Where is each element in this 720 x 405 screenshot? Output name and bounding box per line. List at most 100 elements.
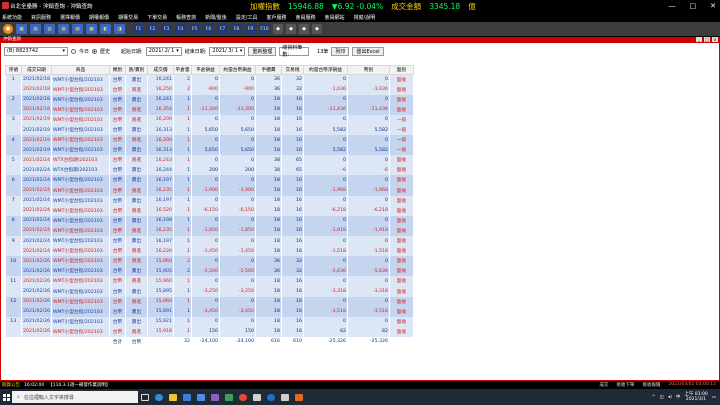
table-row[interactable]: 2021/02/24 WTX台指期/202103 台幣 賣出 16,244 1 200 200… <box>5 165 414 176</box>
quote-icon[interactable]: ▦ <box>16 24 27 34</box>
fkey-button[interactable]: F1 <box>133 24 144 34</box>
help-icon[interactable]: ◆ <box>312 24 322 34</box>
app-icon-2[interactable] <box>222 389 236 405</box>
fkey-button[interactable]: F10 <box>259 24 270 34</box>
app-icon-4[interactable] <box>264 389 278 405</box>
start-date-picker[interactable]: 2021/ 2/ 1 ▾ <box>145 46 182 56</box>
status-notice-text[interactable]: 【110.3.1週一補發作業說明】 <box>48 382 110 388</box>
fkey-button[interactable]: F9 <box>245 24 256 34</box>
table-row[interactable]: 2021/02/18 WMT小型台指/202103 台幣 買進 16,354 1 -11,3… <box>5 104 414 115</box>
column-header[interactable]: 序號 <box>5 65 22 75</box>
menu-item[interactable]: 設定/工具 <box>236 14 258 21</box>
panel-close-icon[interactable]: x <box>712 37 718 42</box>
table-row[interactable]: 2021/02/26 WMT小型台指/202103 台幣 賣出 15,895 1 -3,25… <box>5 286 414 297</box>
fkey-button[interactable]: F5 <box>189 24 200 34</box>
column-header[interactable]: 商品 <box>51 65 110 75</box>
table-row[interactable]: 13 2021/02/26 WMT小型台指/202103 台幣 賣出 15,921 1 0 0 1… <box>5 316 414 327</box>
fkey-button[interactable]: F3 <box>161 24 172 34</box>
print-button[interactable]: 列印 <box>331 46 350 56</box>
table-row[interactable]: 9 2021/02/24 WMT小型台指/202103 台幣 賣出 16,197 1 0 0 18… <box>5 236 414 247</box>
table-row[interactable]: 5 2021/02/24 WTX台指期/202103 台幣 買進 16,243 1 0 0 38 6… <box>5 155 414 166</box>
column-header[interactable]: 成交日期 <box>21 65 52 75</box>
setting-icon[interactable]: ◨ <box>114 24 125 34</box>
column-header[interactable]: 成交價 <box>147 65 174 75</box>
app-icon-5[interactable] <box>278 389 292 405</box>
trading-app-icon[interactable] <box>292 389 306 405</box>
menu-item[interactable]: 期權交易 <box>118 14 138 21</box>
menu-item[interactable]: 選擇報價 <box>60 14 80 21</box>
column-header[interactable]: 盤別 <box>389 65 414 75</box>
table-row[interactable]: 2021/02/24 WMT小型台指/202103 台幣 買進 16,520 1 -6,15… <box>5 205 414 216</box>
table-row[interactable]: 2021/02/19 WMT小型台指/202103 台幣 賣出 16,313 1 5,650… <box>5 124 414 136</box>
taskbar-search[interactable]: ⌕ 在這裡輸入文字來搜尋 <box>12 391 138 403</box>
menu-item[interactable]: 系統功能 <box>2 14 22 21</box>
menu-item[interactable]: 下單交易 <box>147 14 167 21</box>
menu-item[interactable]: 資訊服務 <box>31 14 51 21</box>
fkey-button[interactable]: F6 <box>203 24 214 34</box>
network-icon[interactable]: ◫ <box>660 395 664 400</box>
news-icon[interactable]: ▩ <box>86 24 97 34</box>
notification-chevron-icon[interactable]: ^ <box>652 395 656 400</box>
table-row[interactable]: 7 2021/02/24 WMT小型台指/202103 台幣 賣出 16,197 1 0 0 18… <box>5 195 414 206</box>
table-row[interactable]: 2021/02/24 WMT小型台指/202103 台幣 買進 16,226 1 -1,45… <box>5 246 414 257</box>
minimize-icon[interactable]: — <box>669 2 676 10</box>
history-radio[interactable] <box>92 48 98 54</box>
table-row[interactable]: 1 2021/02/18 WMT小型台指/202103 台幣 賣出 16,241 2 0 0 36… <box>5 74 414 85</box>
chart-icon[interactable]: ▤ <box>30 24 41 34</box>
column-header[interactable]: 約當台幣淨損益 <box>303 65 348 75</box>
table-row[interactable]: 2021/02/26 WMT小型台指/202103 台幣 賣出 15,891 1 -3,45… <box>5 306 414 317</box>
table-row[interactable]: 11 2021/02/26 WMT小型台指/202103 台幣 買進 15,960 1 0 0 1… <box>5 276 414 287</box>
menu-item[interactable]: 客戶服務 <box>266 14 286 21</box>
search-icon[interactable]: ◆ <box>273 24 283 34</box>
account-icon[interactable]: ▧ <box>58 24 69 34</box>
table-row[interactable]: 4 2021/02/19 WMT小型台指/202103 台幣 買進 16,200 1 0 0 18… <box>5 135 414 146</box>
column-header[interactable]: 買/賣別 <box>125 65 148 75</box>
table-row[interactable]: 2021/02/26 WMT小型台指/202103 台幣 買進 15,918 1 150 15… <box>5 326 414 337</box>
report-icon[interactable]: ▨ <box>72 24 83 34</box>
mail-icon[interactable] <box>194 389 208 405</box>
notification-icon[interactable]: ▭ <box>712 395 716 400</box>
table-row[interactable]: 8 2021/02/24 WMT小型台指/202103 台幣 賣出 16,198 1 0 0 18… <box>5 215 414 226</box>
menu-item[interactable]: 帳務查詢 <box>176 14 196 21</box>
home-icon[interactable]: ● <box>3 24 13 34</box>
panel-maximize-icon[interactable]: □ <box>704 37 710 42</box>
table-row[interactable]: 2 2021/02/18 WMT小型台指/202103 台幣 賣出 16,241 1 0 0 18… <box>5 94 414 105</box>
export-excel-button[interactable]: 匯出Excel <box>352 46 384 56</box>
table-row[interactable]: 12 2021/02/26 WMT小型台指/202103 台幣 買進 15,960 1 0 0 1… <box>5 296 414 307</box>
start-button[interactable] <box>0 389 12 405</box>
edge-icon[interactable] <box>152 389 166 405</box>
refresh-button[interactable]: 重新整理 <box>248 46 277 56</box>
table-row[interactable]: 2021/02/18 WMT小型台指/202103 台幣 買進 16,250 2 -900-… <box>5 84 414 95</box>
order-icon[interactable]: ▥ <box>44 24 55 34</box>
fkey-button[interactable]: F4 <box>175 24 186 34</box>
table-row[interactable]: 2021/02/24 WMT小型台指/202103 台幣 買進 16,235 1 -1,90… <box>5 185 414 196</box>
column-header[interactable]: 平倉量 <box>173 65 192 75</box>
fkey-button[interactable]: F2 <box>147 24 158 34</box>
chrome-icon[interactable] <box>236 389 250 405</box>
input-method-icon[interactable]: 中 <box>676 394 681 400</box>
volume-icon[interactable]: ◂) <box>668 395 672 400</box>
maximize-icon[interactable]: □ <box>690 2 697 10</box>
column-header[interactable]: 類別 <box>109 65 126 75</box>
column-header[interactable]: 交易稅 <box>281 65 304 75</box>
file-explorer-icon[interactable] <box>166 389 180 405</box>
tools-icon[interactable]: ◆ <box>299 24 309 34</box>
tool-icon[interactable]: ◧ <box>100 24 111 34</box>
fkey-button[interactable]: F8 <box>231 24 242 34</box>
column-header[interactable]: 約當台幣損益 <box>219 65 256 75</box>
fkey-button[interactable]: F7 <box>217 24 228 34</box>
close-icon[interactable]: ✕ <box>710 2 716 10</box>
menu-item[interactable]: 會員網站 <box>325 14 345 21</box>
end-date-picker[interactable]: 2021/ 3/ 1 ▾ <box>209 46 246 56</box>
column-header[interactable]: 平倉損益 <box>191 65 220 75</box>
task-view-icon[interactable] <box>138 389 152 405</box>
clock[interactable]: 上午 03:00 2021/3/1 <box>684 392 707 402</box>
menu-item[interactable]: 期權報價 <box>89 14 109 21</box>
table-row[interactable]: 2021/02/19 WMT小型台指/202103 台幣 賣出 16,313 1 5,650… <box>5 145 414 156</box>
table-row[interactable]: 6 2021/02/24 WMT小型台指/202103 台幣 賣出 16,197 1 0 0 18… <box>5 175 414 186</box>
table-row[interactable]: 3 2021/02/19 WMT小型台指/202103 台幣 買進 16,200 1 0 0 18… <box>5 114 414 125</box>
menu-item[interactable]: 新聞/盤後 <box>205 14 227 21</box>
menu-item[interactable]: 會員服務 <box>296 14 316 21</box>
app-icon-3[interactable] <box>250 389 264 405</box>
column-header[interactable]: 手續費 <box>255 65 282 75</box>
